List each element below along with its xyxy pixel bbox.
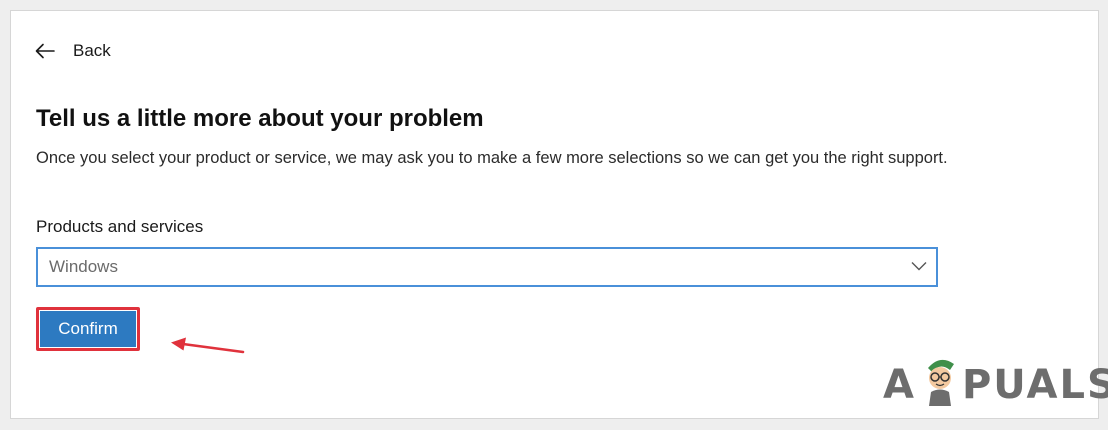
appuals-mascot-icon [920,354,960,416]
products-select-value: Windows [49,257,118,276]
watermark-text-left: A [883,362,916,408]
arrow-left-icon [35,43,55,59]
products-field-label: Products and services [36,217,204,236]
red-arrow-icon [169,336,245,363]
back-label: Back [73,41,111,60]
chevron-down-icon [911,258,927,276]
products-select[interactable]: Windows [36,247,938,287]
confirm-button[interactable]: Confirm [40,311,136,347]
support-panel: Back Tell us a little more about your pr… [10,10,1108,419]
page-description: Once you select your product or service,… [36,149,948,167]
page-title: Tell us a little more about your problem [36,105,484,132]
watermark-text-right: PUALS [961,362,1108,408]
back-link[interactable]: Back [35,39,111,63]
appuals-watermark: A PUALS [883,357,1108,413]
